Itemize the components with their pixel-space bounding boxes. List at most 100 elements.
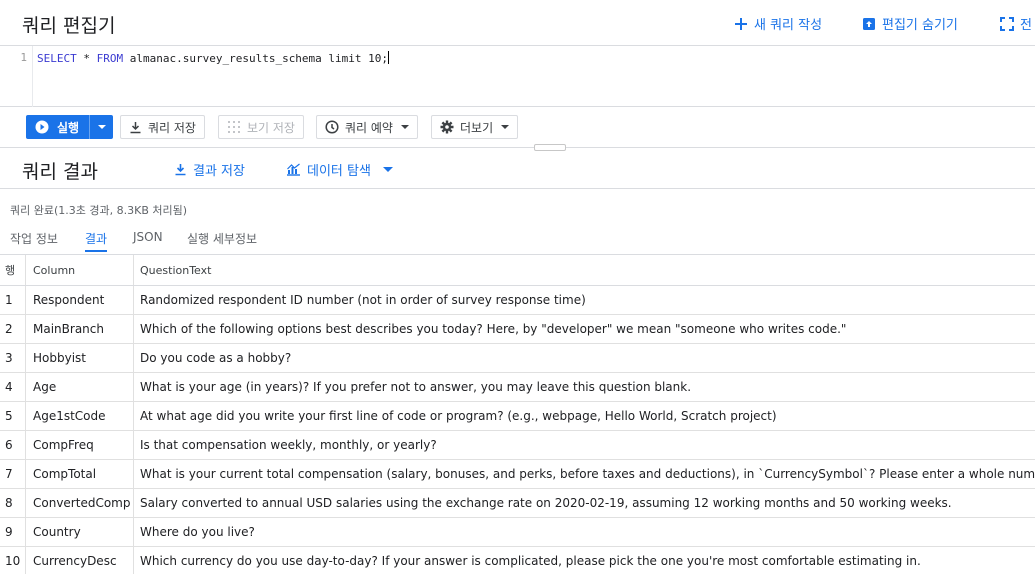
results-table: 행 Column QuestionText 1 Respondent Randomi… xyxy=(0,254,1035,574)
download-icon xyxy=(174,163,187,176)
table-row[interactable]: 1 Respondent Randomized respondent ID numb… xyxy=(0,286,1035,315)
question-text-cell[interactable]: Where do you live? xyxy=(134,518,1035,546)
column-name-cell[interactable]: Respondent xyxy=(26,286,134,314)
results-title: 쿼리 결과 xyxy=(22,161,98,183)
new-query-label: 새 쿼리 작성 xyxy=(754,18,823,33)
text-cursor xyxy=(388,51,390,64)
tab-job-info[interactable]: 작업 정보 xyxy=(10,230,58,252)
question-text-cell[interactable]: What is your age (in years)? If you pref… xyxy=(134,373,1035,401)
schedule-label: 쿼리 예약 xyxy=(345,120,393,135)
header-question-text[interactable]: QuestionText xyxy=(134,255,1035,285)
column-name-cell[interactable]: CompTotal xyxy=(26,460,134,488)
column-name-cell[interactable]: CompFreq xyxy=(26,431,134,459)
keyword-from: FROM xyxy=(96,52,124,65)
code-editor[interactable]: 1 SELECT * FROM almanac.survey_results_s… xyxy=(0,46,1035,107)
question-text-cell[interactable]: Do you code as a hobby? xyxy=(134,344,1035,372)
column-name-cell[interactable]: CurrencyDesc xyxy=(26,547,134,574)
hide-editor-label: 편집기 숨기기 xyxy=(882,18,958,33)
row-index-cell: 9 xyxy=(0,518,26,546)
tab-results[interactable]: 결과 xyxy=(85,230,108,252)
table-row[interactable]: 2 MainBranch Which of the following option… xyxy=(0,315,1035,344)
table-header: 행 Column QuestionText xyxy=(0,255,1035,286)
column-name-cell[interactable]: Hobbyist xyxy=(26,344,134,372)
save-results-button[interactable]: 결과 저장 xyxy=(174,160,245,179)
table-row[interactable]: 7 CompTotal What is your current total com… xyxy=(0,460,1035,489)
question-text-cell[interactable]: What is your current total compensation … xyxy=(134,460,1035,488)
new-query-button[interactable]: 새 쿼리 작성 xyxy=(734,14,822,33)
more-label: 더보기 xyxy=(460,120,494,135)
row-index-cell: 10 xyxy=(0,547,26,574)
fullscreen-button[interactable]: 전 xyxy=(1000,14,1032,33)
line-gutter: 1 xyxy=(0,46,33,107)
table-row[interactable]: 5 Age1stCode At what age did you write you… xyxy=(0,402,1035,431)
save-query-button[interactable]: 쿼리 저장 xyxy=(120,115,205,139)
code-line[interactable]: SELECT * FROM almanac.survey_results_sch… xyxy=(37,51,390,65)
save-results-label: 결과 저장 xyxy=(193,164,245,179)
keyword-select: SELECT xyxy=(37,52,77,65)
row-index-cell: 5 xyxy=(0,402,26,430)
chevron-down-icon xyxy=(382,167,393,172)
fullscreen-label: 전 xyxy=(1020,18,1032,33)
plus-icon xyxy=(734,17,748,31)
table-row[interactable]: 8 ConvertedComp Salary converted to annual… xyxy=(0,489,1035,518)
run-main[interactable]: 실행 xyxy=(26,115,89,139)
run-button[interactable]: 실행 xyxy=(26,115,113,139)
question-text-cell[interactable]: Randomized respondent ID number (not in … xyxy=(134,286,1035,314)
tab-execution-details[interactable]: 실행 세부정보 xyxy=(187,230,257,252)
table-row[interactable]: 6 CompFreq Is that compensation weekly, mo… xyxy=(0,431,1035,460)
table-row[interactable]: 9 Country Where do you live? xyxy=(0,518,1035,547)
fullscreen-icon xyxy=(1000,16,1014,31)
question-text-cell[interactable]: Which of the following options best desc… xyxy=(134,315,1035,343)
save-query-label: 쿼리 저장 xyxy=(148,120,196,135)
chevron-down-icon xyxy=(501,125,510,129)
code-star: * xyxy=(76,52,97,65)
save-view-button[interactable]: 보기 저장 xyxy=(218,115,304,139)
table-body: 1 Respondent Randomized respondent ID numb… xyxy=(0,286,1035,574)
row-index-cell: 3 xyxy=(0,344,26,372)
results-divider xyxy=(0,188,1035,189)
more-button[interactable]: 더보기 xyxy=(431,115,519,139)
row-index-cell: 7 xyxy=(0,460,26,488)
row-index-cell: 2 xyxy=(0,315,26,343)
table-row[interactable]: 3 Hobbyist Do you code as a hobby? xyxy=(0,344,1035,373)
chevron-down-icon xyxy=(97,125,106,129)
grid-icon xyxy=(227,120,241,134)
schedule-query-button[interactable]: 쿼리 예약 xyxy=(316,115,418,139)
column-name-cell[interactable]: ConvertedComp xyxy=(26,489,134,517)
question-text-cell[interactable]: Salary converted to annual USD salaries … xyxy=(134,489,1035,517)
hide-editor-icon xyxy=(862,17,876,31)
code-rest: almanac.survey_results_schema limit 10; xyxy=(123,52,389,65)
line-number: 1 xyxy=(20,51,27,64)
column-name-cell[interactable]: Age1stCode xyxy=(26,402,134,430)
column-name-cell[interactable]: Country xyxy=(26,518,134,546)
chevron-down-icon xyxy=(400,125,409,129)
row-index-cell: 8 xyxy=(0,489,26,517)
explore-data-button[interactable]: 데이터 탐색 xyxy=(286,160,393,179)
play-icon xyxy=(35,120,49,134)
table-row[interactable]: 10 CurrencyDesc Which currency do you use … xyxy=(0,547,1035,574)
run-dropdown[interactable] xyxy=(89,115,113,139)
explore-icon xyxy=(286,163,301,176)
question-text-cell[interactable]: Which currency do you use day-to-day? If… xyxy=(134,547,1035,574)
header-column[interactable]: Column xyxy=(26,255,134,285)
save-view-label: 보기 저장 xyxy=(247,120,295,135)
column-name-cell[interactable]: Age xyxy=(26,373,134,401)
run-label: 실행 xyxy=(57,120,80,135)
toolbar-divider xyxy=(0,147,1035,148)
column-name-cell[interactable]: MainBranch xyxy=(26,315,134,343)
question-text-cell[interactable]: Is that compensation weekly, monthly, or… xyxy=(134,431,1035,459)
clock-icon xyxy=(325,120,339,134)
row-index-cell: 1 xyxy=(0,286,26,314)
header-row-index: 행 xyxy=(0,255,26,285)
query-status: 쿼리 완료(1.3초 경과, 8.3KB 처리됨) xyxy=(10,204,188,217)
question-text-cell[interactable]: At what age did you write your first lin… xyxy=(134,402,1035,430)
table-row[interactable]: 4 Age What is your age (in years)? If you … xyxy=(0,373,1035,402)
tab-json[interactable]: JSON xyxy=(133,230,163,252)
row-index-cell: 4 xyxy=(0,373,26,401)
editor-title: 쿼리 편집기 xyxy=(22,15,116,37)
row-index-cell: 6 xyxy=(0,431,26,459)
hide-editor-button[interactable]: 편집기 숨기기 xyxy=(862,14,958,33)
gear-icon xyxy=(440,120,454,134)
explore-data-label: 데이터 탐색 xyxy=(307,164,371,179)
resize-handle[interactable] xyxy=(534,144,566,151)
